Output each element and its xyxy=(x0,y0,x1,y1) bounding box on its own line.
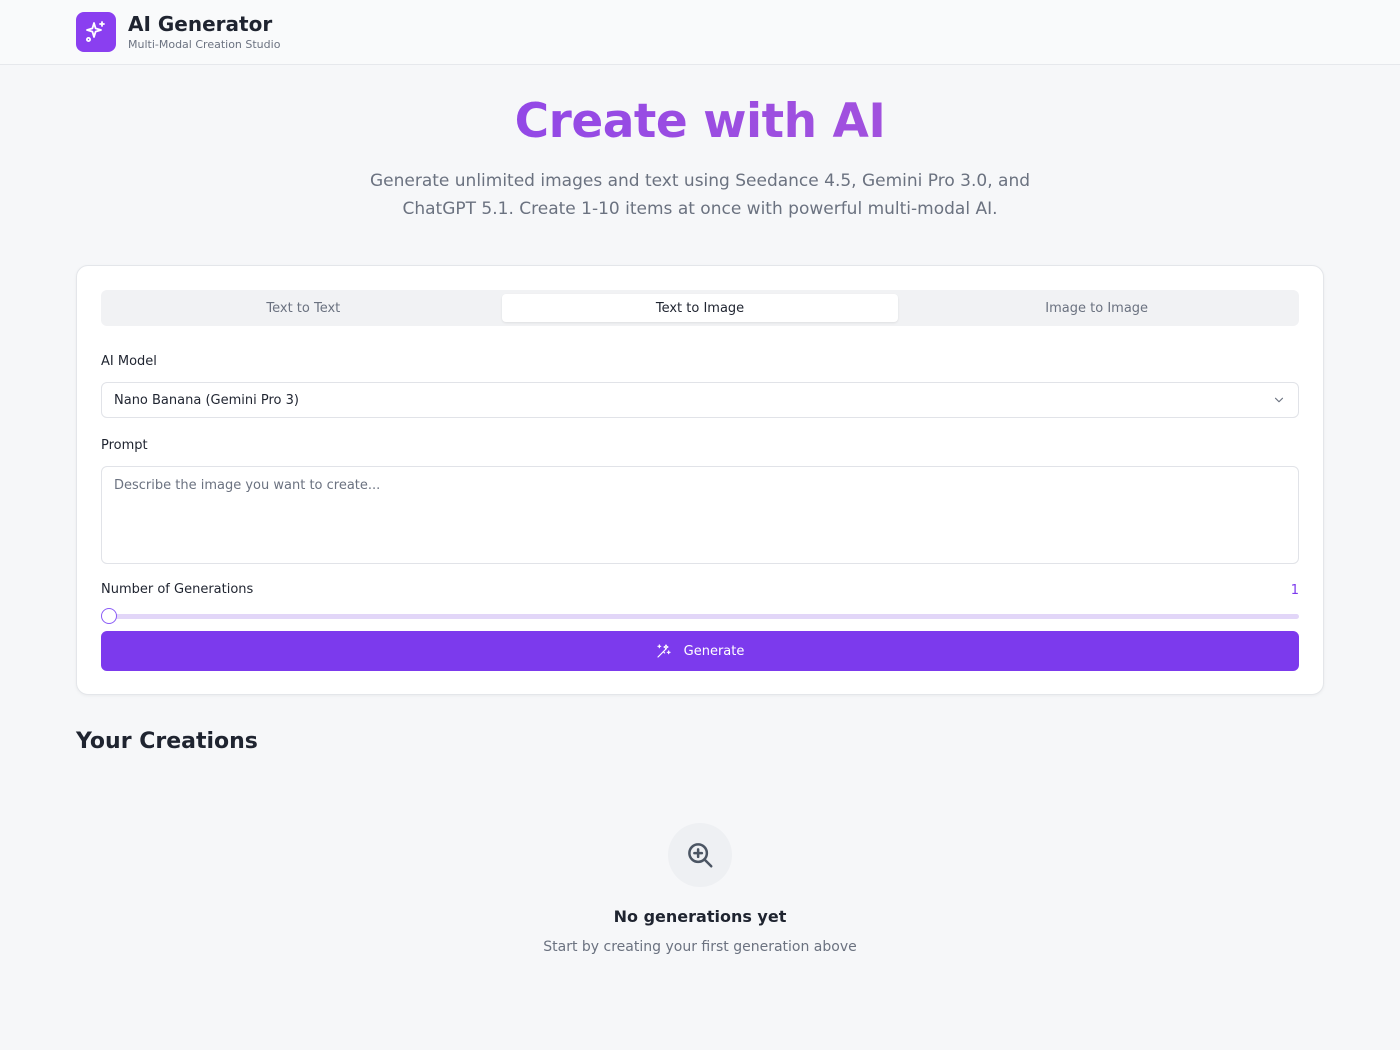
brand: AI Generator Multi-Modal Creation Studio xyxy=(128,12,280,53)
model-select-value: Nano Banana (Gemini Pro 3) xyxy=(114,392,299,408)
model-label: AI Model xyxy=(101,354,157,369)
slider-thumb[interactable] xyxy=(101,608,117,624)
generations-slider[interactable] xyxy=(101,608,1299,624)
tab-image-to-image[interactable]: Image to Image xyxy=(898,294,1295,322)
empty-state: No generations yet Start by creating you… xyxy=(0,823,1400,955)
sparkles-icon xyxy=(86,21,105,42)
prompt-input[interactable] xyxy=(101,466,1299,564)
hero: Create with AI Generate unlimited images… xyxy=(0,93,1400,223)
app-title: AI Generator xyxy=(128,11,273,36)
empty-state-icon-wrap xyxy=(668,823,732,887)
app-subtitle: Multi-Modal Creation Studio xyxy=(128,37,281,51)
slider-track[interactable] xyxy=(101,614,1299,619)
empty-state-subtitle: Start by creating your first generation … xyxy=(543,939,857,955)
magic-wand-icon xyxy=(657,644,671,658)
empty-state-title: No generations yet xyxy=(613,907,787,926)
generator-card: Text to Text Text to Image Image to Imag… xyxy=(76,265,1324,695)
hero-subtitle: Generate unlimited images and text using… xyxy=(369,171,1031,219)
hero-title: Create with AI xyxy=(0,93,1400,151)
generations-count: 1 xyxy=(1290,582,1299,598)
tab-text-to-text[interactable]: Text to Text xyxy=(105,294,502,322)
generate-button[interactable]: Generate xyxy=(101,631,1299,671)
chevron-down-icon xyxy=(1274,397,1284,403)
zoom-in-icon xyxy=(688,843,713,868)
app-header: AI Generator Multi-Modal Creation Studio xyxy=(0,0,1400,65)
tab-text-to-image[interactable]: Text to Image xyxy=(501,294,899,322)
app-logo[interactable] xyxy=(76,12,116,52)
generations-row: Number of Generations 1 xyxy=(101,581,1299,599)
prompt-label: Prompt xyxy=(101,438,148,453)
generations-label: Number of Generations xyxy=(101,582,254,597)
model-select[interactable]: Nano Banana (Gemini Pro 3) xyxy=(101,382,1299,418)
mode-tabs: Text to Text Text to Image Image to Imag… xyxy=(101,290,1299,326)
creations-title: Your Creations xyxy=(76,729,258,754)
generate-button-label: Generate xyxy=(683,643,745,659)
